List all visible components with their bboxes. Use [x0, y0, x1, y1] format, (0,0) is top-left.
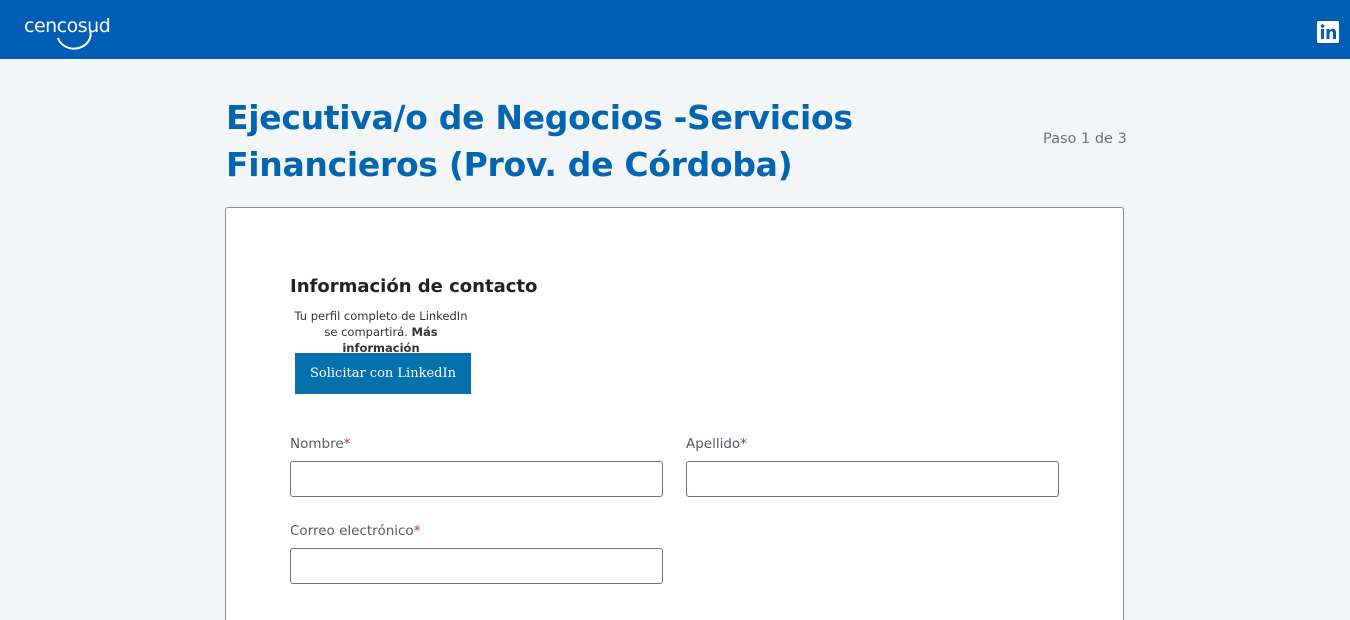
email-input[interactable] [290, 548, 663, 584]
first-name-label-text: Nombre [290, 436, 344, 452]
linkedin-share-note: Tu perfil completo de LinkedIn se compar… [290, 308, 472, 356]
job-title: Ejecutiva/o de Negocios -Servicios Finan… [226, 98, 853, 184]
email-label-text: Correo electrónico [290, 523, 414, 539]
last-name-label-text: Apellido [686, 436, 741, 452]
step-indicator: Paso 1 de 3 [1043, 131, 1127, 147]
linkedin-note-line1: Tu perfil completo de LinkedIn [294, 309, 468, 323]
first-name-label: Nombre* [290, 436, 350, 452]
first-name-input[interactable] [290, 461, 663, 497]
top-bar: cencosud [0, 0, 1350, 59]
email-label: Correo electrónico* [290, 523, 420, 539]
cencosud-logo[interactable]: cencosud [24, 10, 116, 52]
email-required-mark: * [413, 523, 421, 539]
last-name-label: Apellido* [686, 436, 747, 452]
last-name-input[interactable] [686, 461, 1059, 497]
section-title: Información de contacto [290, 276, 538, 297]
first-name-required-mark: * [343, 436, 351, 452]
linkedin-icon[interactable] [1317, 21, 1339, 43]
apply-with-linkedin-button[interactable]: Solicitar con LinkedIn [295, 353, 471, 394]
linkedin-note-line2: se compartirá. [324, 325, 408, 339]
last-name-required-mark: * [740, 436, 747, 452]
logo-text: cencosud [24, 15, 111, 37]
application-form-card: Información de contacto Tu perfil comple… [225, 207, 1124, 620]
